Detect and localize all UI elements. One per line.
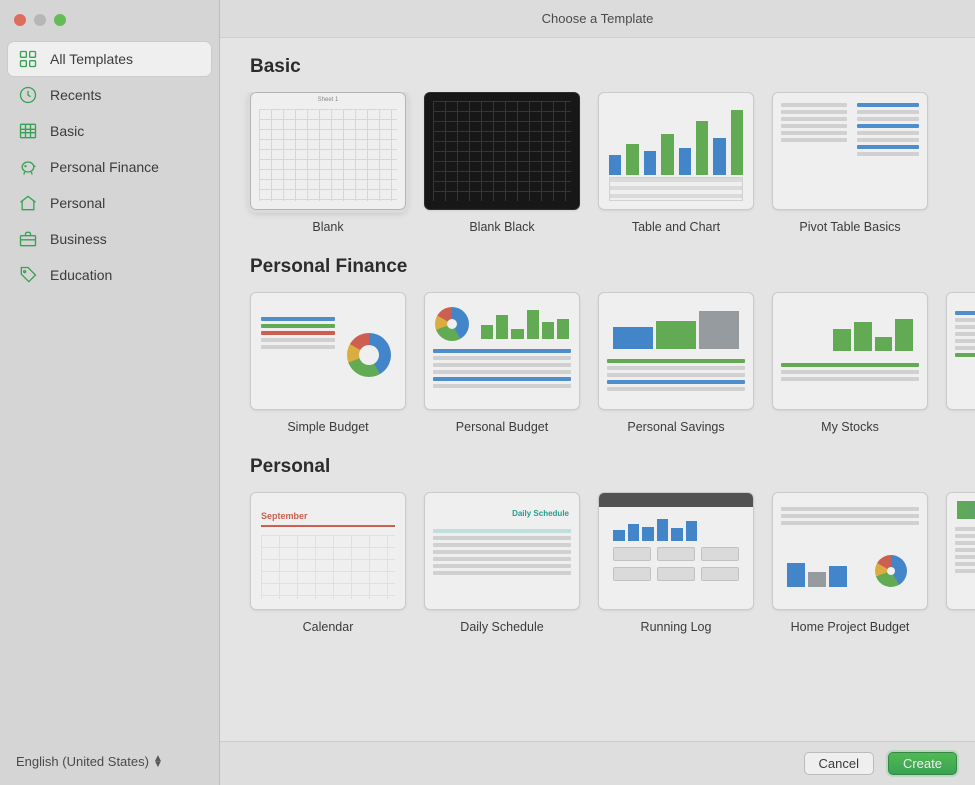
section-personal: Personal September Calendar Daily Schedu… — [220, 456, 975, 638]
updown-icon: ▲▼ — [153, 756, 163, 768]
home-icon — [18, 193, 38, 213]
template-thumbnail — [772, 92, 928, 210]
template-daily-schedule[interactable]: Daily Schedule Daily Schedule — [424, 492, 580, 634]
template-shared-expenses[interactable]: Shared Expenses — [946, 292, 975, 434]
sidebar-item-label: Personal — [50, 195, 105, 211]
sidebar-item-recents[interactable]: Recents — [8, 78, 211, 112]
template-grid: September Calendar Daily Schedule Daily … — [220, 492, 975, 638]
sidebar-item-label: Business — [50, 231, 107, 247]
template-thumbnail — [424, 292, 580, 410]
template-personal-budget[interactable]: Personal Budget — [424, 292, 580, 434]
template-thumbnail — [772, 292, 928, 410]
template-thumbnail — [772, 492, 928, 610]
sidebar-item-business[interactable]: Business — [8, 222, 211, 256]
template-label: Daily Schedule — [460, 620, 543, 634]
template-thumbnail — [946, 292, 975, 410]
sidebar-list: All Templates Recents Basic Personal Fin… — [0, 36, 219, 300]
template-blank-black[interactable]: Blank Black — [424, 92, 580, 234]
template-grid: Sheet 1 Blank Blank Black — [220, 92, 975, 238]
sidebar-item-personal-finance[interactable]: Personal Finance — [8, 150, 211, 184]
thumb-caption: Daily Schedule — [512, 509, 569, 518]
grid-icon — [18, 49, 38, 69]
template-thumbnail — [598, 292, 754, 410]
minimize-window-button[interactable] — [34, 14, 46, 26]
template-label: Personal Savings — [627, 420, 724, 434]
template-label: Blank — [312, 220, 343, 234]
sidebar-item-basic[interactable]: Basic — [8, 114, 211, 148]
language-picker[interactable]: English (United States) ▲▼ — [0, 742, 219, 785]
section-personal-finance: Personal Finance Simple Budget — [220, 256, 975, 438]
template-running-log[interactable]: Running Log — [598, 492, 754, 634]
table-icon — [18, 121, 38, 141]
template-simple-budget[interactable]: Simple Budget — [250, 292, 406, 434]
template-label: Running Log — [641, 620, 712, 634]
template-blank[interactable]: Sheet 1 Blank — [250, 92, 406, 234]
cancel-button[interactable]: Cancel — [804, 752, 874, 775]
template-label: Home Project Budget — [791, 620, 910, 634]
section-basic: Basic Sheet 1 Blank Blank Black — [220, 56, 975, 238]
template-home-project-budget[interactable]: Home Project Budget — [772, 492, 928, 634]
template-label: My Stocks — [821, 420, 879, 434]
section-title: Personal Finance — [250, 256, 975, 278]
piggybank-icon — [18, 157, 38, 177]
window-title-text: Choose a Template — [542, 11, 654, 26]
template-thumbnail — [598, 492, 754, 610]
template-thumbnail: September — [250, 492, 406, 610]
section-title: Basic — [250, 56, 975, 78]
template-table-and-chart[interactable]: Table and Chart — [598, 92, 754, 234]
template-grid: Simple Budget Personal Budget — [220, 292, 975, 438]
tag-icon — [18, 265, 38, 285]
sidebar-item-label: Recents — [50, 87, 101, 103]
template-pivot-table-basics[interactable]: Pivot Table Basics — [772, 92, 928, 234]
window-title: Choose a Template — [220, 0, 975, 38]
template-thumbnail: Sheet 1 — [250, 92, 406, 210]
section-title: Personal — [250, 456, 975, 478]
template-thumbnail — [250, 292, 406, 410]
sidebar-item-all-templates[interactable]: All Templates — [8, 42, 211, 76]
thumb-caption: September — [261, 511, 308, 521]
template-thumbnail — [946, 492, 975, 610]
template-thumbnail: Daily Schedule — [424, 492, 580, 610]
template-thumbnail — [424, 92, 580, 210]
zoom-window-button[interactable] — [54, 14, 66, 26]
template-label: Personal Budget — [456, 420, 548, 434]
template-my-stocks[interactable]: My Stocks — [772, 292, 928, 434]
footer: Cancel Create — [220, 741, 975, 785]
template-personal-savings[interactable]: Personal Savings — [598, 292, 754, 434]
sidebar-item-label: Personal Finance — [50, 159, 159, 175]
template-label: Simple Budget — [287, 420, 368, 434]
language-label: English (United States) — [16, 754, 149, 769]
thumb-caption: Sheet 1 — [251, 97, 405, 103]
main-pane: Choose a Template Basic Sheet 1 Blank — [220, 0, 975, 785]
sidebar-item-label: All Templates — [50, 51, 133, 67]
create-button[interactable]: Create — [888, 752, 957, 775]
template-label: Pivot Table Basics — [799, 220, 900, 234]
window-controls — [0, 0, 219, 36]
clock-icon — [18, 85, 38, 105]
sidebar-item-label: Basic — [50, 123, 84, 139]
sidebar: All Templates Recents Basic Personal Fin… — [0, 0, 220, 785]
briefcase-icon — [18, 229, 38, 249]
template-scroll-area[interactable]: Basic Sheet 1 Blank Blank Black — [220, 38, 975, 741]
sidebar-item-education[interactable]: Education — [8, 258, 211, 292]
template-thumbnail — [598, 92, 754, 210]
sidebar-item-personal[interactable]: Personal — [8, 186, 211, 220]
template-label: Calendar — [303, 620, 354, 634]
template-calendar[interactable]: September Calendar — [250, 492, 406, 634]
template-label: Table and Chart — [632, 220, 720, 234]
close-window-button[interactable] — [14, 14, 26, 26]
template-label: Blank Black — [469, 220, 534, 234]
template-team-roster[interactable]: Team Roster — [946, 492, 975, 634]
sidebar-item-label: Education — [50, 267, 112, 283]
